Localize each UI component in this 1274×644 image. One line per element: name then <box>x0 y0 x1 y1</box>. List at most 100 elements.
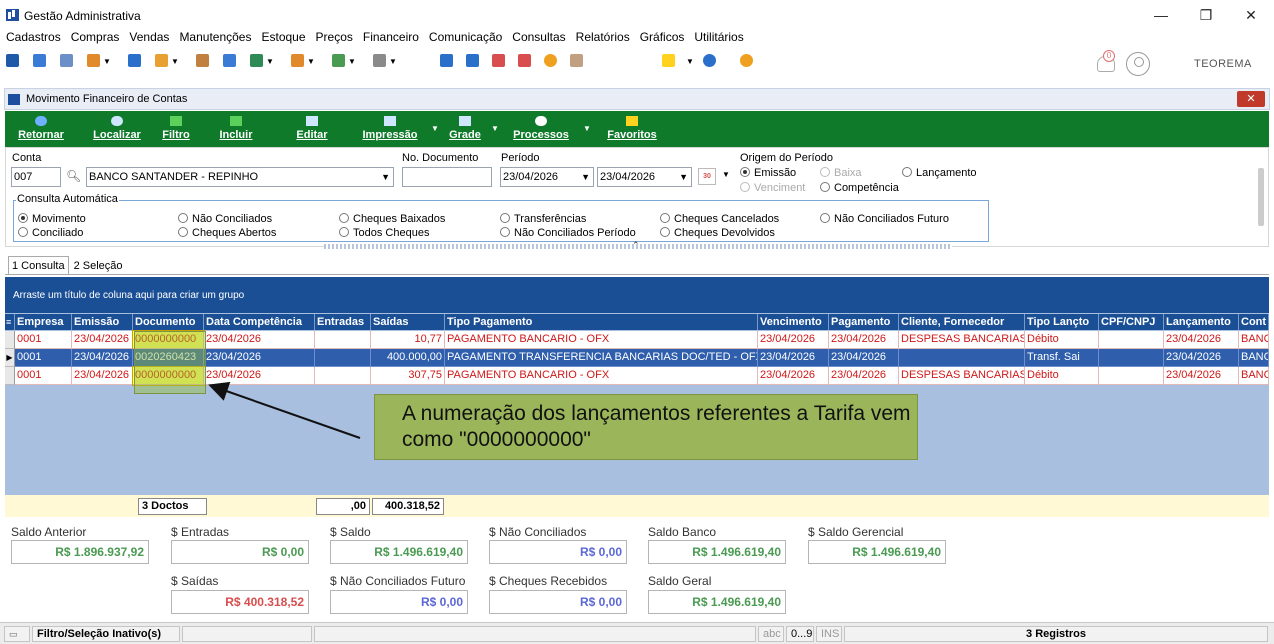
localizar-button[interactable]: Localizar <box>91 111 143 147</box>
notification-button[interactable]: 0 <box>1097 50 1123 76</box>
printer-icon[interactable] <box>373 54 386 67</box>
col-lancamento[interactable]: Lançamento <box>1164 314 1239 330</box>
menu-vendas[interactable]: Vendas <box>129 30 169 44</box>
conta-code-input[interactable]: 007 <box>11 167 61 187</box>
star-icon[interactable] <box>662 54 675 67</box>
power-icon[interactable] <box>740 54 753 67</box>
card-icon[interactable] <box>60 54 73 67</box>
cart-icon[interactable] <box>250 54 263 67</box>
impressao-button[interactable]: Impressão <box>357 111 423 147</box>
menu-manutencoes[interactable]: Manutenções <box>179 30 251 44</box>
chevron-down-icon[interactable]: ▼ <box>722 170 730 179</box>
radio-movimento[interactable]: Movimento <box>18 213 86 225</box>
invoice-icon[interactable] <box>291 54 304 67</box>
building-icon[interactable] <box>223 54 236 67</box>
radio-baixa[interactable]: Baixa <box>820 167 862 179</box>
chevron-down-icon[interactable]: ▼ <box>307 57 315 66</box>
grade-button[interactable]: Grade <box>445 111 485 147</box>
chart-icon[interactable] <box>332 54 345 67</box>
radio-emissao[interactable]: Emissão <box>740 167 796 179</box>
col-data-competencia[interactable]: Data Competência <box>204 314 315 330</box>
col-documento[interactable]: Documento <box>133 314 204 330</box>
documento-input[interactable] <box>402 167 492 187</box>
radio-nao-conciliados-futuro[interactable]: Não Conciliados Futuro <box>820 213 949 225</box>
search-icon[interactable]: 🔍︎ <box>66 169 81 183</box>
person-icon[interactable] <box>196 54 209 67</box>
radio-cheques-devolvidos[interactable]: Cheques Devolvidos <box>660 227 775 239</box>
tab-selecao[interactable]: 2 Seleção <box>69 256 127 274</box>
col-vencimento[interactable]: Vencimento <box>758 314 829 330</box>
periodo-end-input[interactable]: 23/04/2026 ▼ <box>597 167 692 187</box>
radio-competencia[interactable]: Competência <box>820 182 899 194</box>
child-close-button[interactable]: ✕ <box>1237 91 1265 107</box>
menu-financeiro[interactable]: Financeiro <box>363 30 419 44</box>
col-tipo-pagamento[interactable]: Tipo Pagamento <box>445 314 758 330</box>
menu-graficos[interactable]: Gráficos <box>640 30 685 44</box>
col-saidas[interactable]: Saídas <box>371 314 445 330</box>
list-icon[interactable] <box>87 54 100 67</box>
calculator-icon[interactable] <box>466 54 479 67</box>
minimize-button[interactable]: — <box>1141 4 1181 26</box>
home-icon[interactable] <box>6 54 19 67</box>
filter-scrollbar[interactable] <box>1258 168 1264 226</box>
radio-todos-cheques[interactable]: Todos Cheques <box>339 227 429 239</box>
report-icon[interactable] <box>440 54 453 67</box>
menu-utilitarios[interactable]: Utilitários <box>694 30 743 44</box>
user-avatar-icon[interactable] <box>1126 52 1150 76</box>
radio-transferencias[interactable]: Transferências <box>500 213 586 225</box>
conta-name-select[interactable]: BANCO SANTANDER - REPINHO ▼ <box>86 167 394 187</box>
radio-cheques-abertos[interactable]: Cheques Abertos <box>178 227 276 239</box>
maximize-button[interactable]: ❐ <box>1186 4 1226 26</box>
info-icon[interactable] <box>703 54 716 67</box>
incluir-button[interactable]: Incluir <box>215 111 257 147</box>
col-conta[interactable]: Cont <box>1239 314 1269 330</box>
radio-lancamento[interactable]: Lançamento <box>902 167 977 179</box>
col-empresa[interactable]: Empresa <box>15 314 72 330</box>
chevron-down-icon[interactable]: ▼ <box>686 57 694 66</box>
chevron-down-icon[interactable]: ▼ <box>266 57 274 66</box>
menu-precos[interactable]: Preços <box>316 30 353 44</box>
chevron-down-icon[interactable]: ▼ <box>348 57 356 66</box>
chevron-down-icon[interactable]: ▼ <box>491 124 499 133</box>
retornar-button[interactable]: Retornar <box>15 111 67 147</box>
chevron-down-icon[interactable]: ▼ <box>171 57 179 66</box>
menu-compras[interactable]: Compras <box>71 30 120 44</box>
col-entradas[interactable]: Entradas <box>315 314 371 330</box>
filtro-button[interactable]: Filtro <box>157 111 195 147</box>
chevron-down-icon[interactable]: ▼ <box>389 57 397 66</box>
box-icon[interactable] <box>155 54 168 67</box>
radio-cheques-baixados[interactable]: Cheques Baixados <box>339 213 445 225</box>
periodo-start-input[interactable]: 23/04/2026 ▼ <box>500 167 594 187</box>
col-cliente-fornecedor[interactable]: Cliente, Fornecedor <box>899 314 1025 330</box>
radio-vencimento[interactable]: Venciment <box>740 182 805 194</box>
users-icon[interactable] <box>33 54 46 67</box>
favoritos-button[interactable]: Favoritos <box>601 111 663 147</box>
calendar-icon[interactable]: 30 <box>698 168 716 185</box>
radio-conciliado[interactable]: Conciliado <box>18 227 83 239</box>
processos-button[interactable]: Processos <box>509 111 573 147</box>
chevron-down-icon[interactable]: ▼ <box>431 124 439 133</box>
editar-button[interactable]: Editar <box>293 111 331 147</box>
search-doc-icon[interactable] <box>570 54 583 67</box>
col-emissao[interactable]: Emissão <box>72 314 133 330</box>
menu-cadastros[interactable]: Cadastros <box>6 30 61 44</box>
close-button[interactable]: ✕ <box>1231 4 1271 26</box>
menu-consultas[interactable]: Consultas <box>512 30 565 44</box>
calendar-icon[interactable] <box>492 54 505 67</box>
radio-nao-conciliados[interactable]: Não Conciliados <box>178 213 272 225</box>
chevron-down-icon[interactable]: ▼ <box>103 57 111 66</box>
tab-consulta[interactable]: 1 Consulta <box>8 256 69 274</box>
radio-nao-conciliados-periodo[interactable]: Não Conciliados Período <box>500 227 636 239</box>
group-by-area[interactable]: Arraste um título de coluna aqui para cr… <box>5 277 1269 313</box>
tools-icon[interactable] <box>518 54 531 67</box>
collapse-chevron-icon[interactable]: ⌃ <box>632 240 640 251</box>
col-tipo-lancto[interactable]: Tipo Lançto <box>1025 314 1099 330</box>
menu-estoque[interactable]: Estoque <box>261 30 305 44</box>
clock-icon[interactable] <box>544 54 557 67</box>
radio-cheques-cancelados[interactable]: Cheques Cancelados <box>660 213 779 225</box>
chevron-down-icon[interactable]: ▼ <box>583 124 591 133</box>
column-chooser-icon[interactable]: ≡ <box>5 314 15 330</box>
menu-comunicacao[interactable]: Comunicação <box>429 30 502 44</box>
col-pagamento[interactable]: Pagamento <box>829 314 899 330</box>
col-cpf-cnpj[interactable]: CPF/CNPJ <box>1099 314 1164 330</box>
